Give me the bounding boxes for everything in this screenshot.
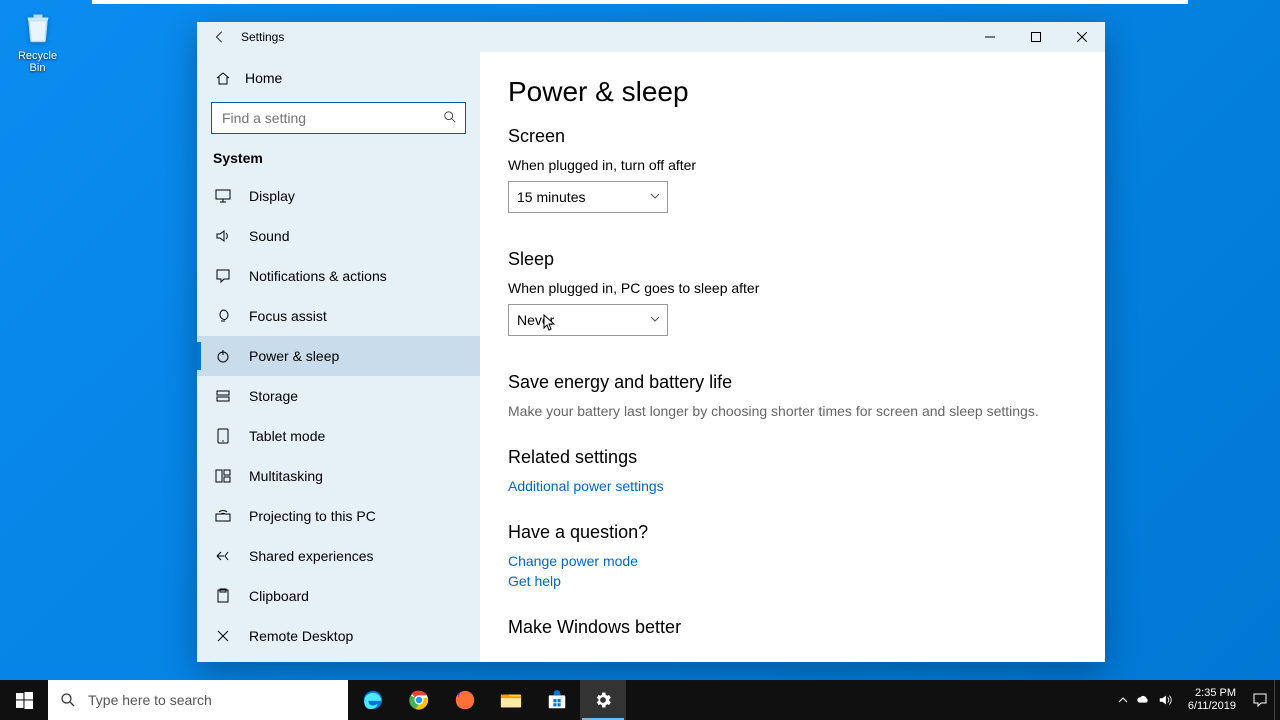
nav-item-remote-desktop[interactable]: Remote Desktop <box>197 616 480 656</box>
nav-label: Clipboard <box>249 588 309 604</box>
remote-desktop-icon <box>213 628 233 644</box>
screen-heading: Screen <box>508 126 1077 147</box>
nav-item-storage[interactable]: Storage <box>197 376 480 416</box>
display-icon <box>213 188 233 204</box>
time: 2:35 PM <box>1188 687 1236 700</box>
taskbar-chrome[interactable] <box>396 680 442 720</box>
nav-label: Focus assist <box>249 308 327 324</box>
content-area: Power & sleep Screen When plugged in, tu… <box>480 52 1105 662</box>
tablet-mode-icon <box>213 428 233 444</box>
focus-assist-icon <box>213 308 233 324</box>
sleep-timeout-dropdown[interactable]: Never <box>508 304 668 336</box>
nav-label: Display <box>249 188 295 204</box>
chevron-down-icon <box>649 313 661 325</box>
power-sleep-icon <box>213 348 233 364</box>
system-tray[interactable]: 2:35 PM 6/11/2019 <box>1118 687 1274 713</box>
search-icon <box>60 692 76 708</box>
nav-item-tablet-mode[interactable]: Tablet mode <box>197 416 480 456</box>
home-label: Home <box>245 70 282 86</box>
nav-label: Remote Desktop <box>249 628 353 644</box>
back-button[interactable] <box>205 22 235 52</box>
notifications-icon <box>213 268 233 284</box>
additional-power-link[interactable]: Additional power settings <box>508 478 1077 494</box>
search-icon <box>443 110 457 124</box>
sleep-label: When plugged in, PC goes to sleep after <box>508 280 1077 296</box>
recycle-bin-label: Recycle Bin <box>10 50 65 74</box>
recycle-bin[interactable]: Recycle Bin <box>10 8 65 74</box>
nav-label: Projecting to this PC <box>249 508 376 524</box>
nav-label: Power & sleep <box>249 348 339 364</box>
multitasking-icon <box>213 468 233 484</box>
projecting-icon <box>213 508 233 524</box>
nav-item-power-sleep[interactable]: Power & sleep <box>197 336 480 376</box>
chevron-down-icon <box>649 190 661 202</box>
screen-timeout-dropdown[interactable]: 15 minutes <box>508 181 668 213</box>
taskbar-search[interactable]: Type here to search <box>48 680 348 720</box>
titlebar: Settings <box>197 22 1105 52</box>
nav-item-display[interactable]: Display <box>197 176 480 216</box>
section-title: System <box>197 134 480 176</box>
question-heading: Have a question? <box>508 522 1077 543</box>
shared-icon <box>213 548 233 564</box>
clipboard-icon <box>213 588 233 604</box>
taskbar: Type here to search 2:35 PM 6/11/2019 <box>0 680 1280 720</box>
recycle-bin-icon <box>18 8 58 48</box>
get-help-link[interactable]: Get help <box>508 573 1077 589</box>
nav-label: Storage <box>249 388 298 404</box>
settings-window: Settings Home System Display Sound Notific… <box>197 22 1105 662</box>
action-center-icon[interactable] <box>1252 692 1268 708</box>
show-desktop-button[interactable] <box>1274 680 1280 720</box>
maximize-button[interactable] <box>1013 22 1059 52</box>
artifact-bar <box>92 0 1188 4</box>
energy-text: Make your battery last longer by choosin… <box>508 403 1077 419</box>
window-title: Settings <box>241 30 284 44</box>
energy-heading: Save energy and battery life <box>508 372 1077 393</box>
sidebar: Home System Display Sound Notifications & … <box>197 52 480 662</box>
better-heading: Make Windows better <box>508 617 1077 638</box>
tray-volume-icon[interactable] <box>1158 693 1172 707</box>
nav-item-about[interactable]: About <box>197 656 480 662</box>
nav-item-projecting[interactable]: Projecting to this PC <box>197 496 480 536</box>
taskbar-explorer[interactable] <box>488 680 534 720</box>
change-power-mode-link[interactable]: Change power mode <box>508 553 1077 569</box>
home-icon <box>213 70 233 86</box>
nav-item-notifications[interactable]: Notifications & actions <box>197 256 480 296</box>
taskbar-firefox[interactable] <box>442 680 488 720</box>
nav-item-sound[interactable]: Sound <box>197 216 480 256</box>
sleep-timeout-value: Never <box>517 312 554 328</box>
date: 6/11/2019 <box>1188 700 1236 713</box>
storage-icon <box>213 388 233 404</box>
tray-onedrive-icon[interactable] <box>1136 693 1150 707</box>
page-title: Power & sleep <box>508 76 1077 108</box>
screen-label: When plugged in, turn off after <box>508 157 1077 173</box>
search-input[interactable] <box>222 110 437 126</box>
minimize-button[interactable] <box>967 22 1013 52</box>
screen-timeout-value: 15 minutes <box>517 189 585 205</box>
taskbar-settings[interactable] <box>580 680 626 720</box>
taskbar-store[interactable] <box>534 680 580 720</box>
nav-label: Sound <box>249 228 289 244</box>
close-button[interactable] <box>1059 22 1105 52</box>
nav-label: Multitasking <box>249 468 323 484</box>
taskbar-edge[interactable] <box>350 680 396 720</box>
search-placeholder: Type here to search <box>88 692 212 708</box>
start-button[interactable] <box>0 680 48 720</box>
clock[interactable]: 2:35 PM 6/11/2019 <box>1180 687 1244 713</box>
nav-list: Display Sound Notifications & actions Focus… <box>197 176 480 662</box>
nav-label: Shared experiences <box>249 548 374 564</box>
sound-icon <box>213 228 233 244</box>
nav-item-clipboard[interactable]: Clipboard <box>197 576 480 616</box>
related-heading: Related settings <box>508 447 1077 468</box>
nav-item-shared[interactable]: Shared experiences <box>197 536 480 576</box>
sleep-heading: Sleep <box>508 249 1077 270</box>
search-settings[interactable] <box>211 102 466 134</box>
nav-item-multitasking[interactable]: Multitasking <box>197 456 480 496</box>
nav-label: Tablet mode <box>249 428 325 444</box>
nav-item-focus-assist[interactable]: Focus assist <box>197 296 480 336</box>
tray-chevron-up-icon[interactable] <box>1118 695 1128 705</box>
nav-label: Notifications & actions <box>249 268 387 284</box>
home-nav[interactable]: Home <box>197 58 480 98</box>
